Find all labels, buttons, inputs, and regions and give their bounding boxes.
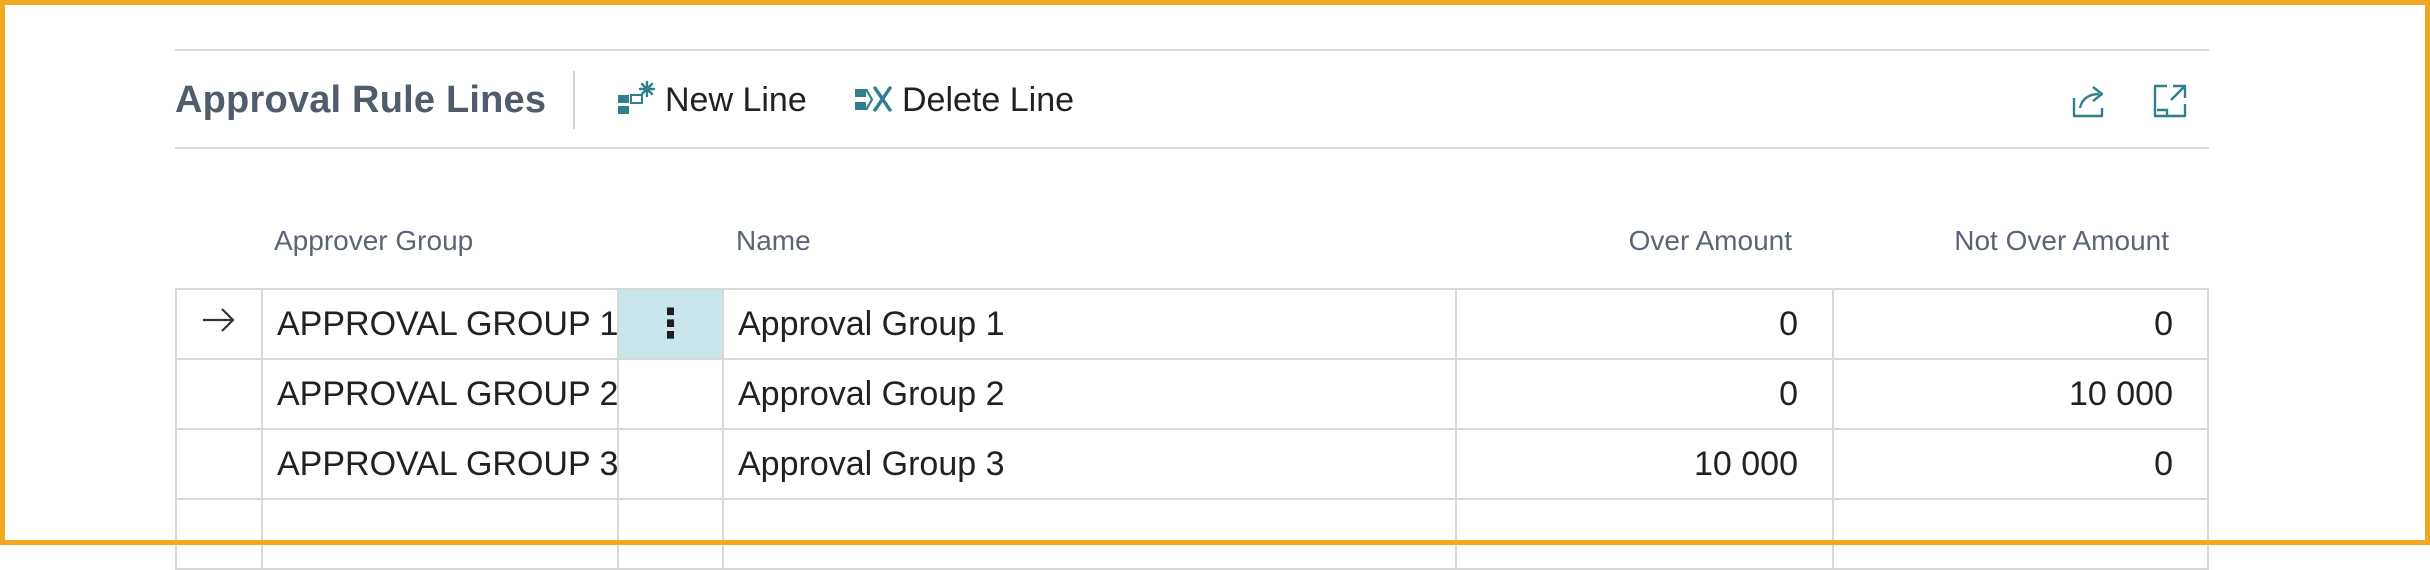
new-line-label: New Line xyxy=(665,80,807,119)
column-header-approver-group[interactable]: Approver Group xyxy=(274,225,473,257)
part-header: Approval Rule Lines New Line Delete Line xyxy=(175,51,2209,149)
vertical-dots-icon: ⋮ xyxy=(650,302,691,346)
column-header-name[interactable]: Name xyxy=(736,225,811,257)
over-amount-cell[interactable] xyxy=(1455,500,1832,568)
new-line-button[interactable]: New Line xyxy=(615,77,807,123)
name-cell[interactable]: Approval Group 1 xyxy=(722,290,1455,358)
new-line-icon xyxy=(615,79,657,121)
over-amount-cell[interactable]: 10 000 xyxy=(1455,430,1832,498)
table-row[interactable]: APPROVAL GROUP 3 Approval Group 3 10 000… xyxy=(175,430,2209,500)
not-over-amount-cell[interactable]: 0 xyxy=(1832,290,2209,358)
delete-line-label: Delete Line xyxy=(902,80,1075,119)
name-cell[interactable]: Approval Group 2 xyxy=(722,360,1455,428)
row-menu-button[interactable] xyxy=(617,430,722,498)
table-body: APPROVAL GROUP 1 ⋮ Approval Group 1 0 0 … xyxy=(175,288,2209,570)
approval-rule-lines-part: Approval Rule Lines New Line Delete Line… xyxy=(175,49,2209,570)
row-menu-button[interactable]: ⋮ xyxy=(617,290,722,358)
row-indicator[interactable] xyxy=(175,430,261,498)
not-over-amount-cell[interactable]: 0 xyxy=(1832,430,2209,498)
name-cell[interactable] xyxy=(722,500,1455,568)
row-menu-button[interactable] xyxy=(617,360,722,428)
approver-group-cell[interactable]: APPROVAL GROUP 2 xyxy=(261,360,618,428)
column-header-over-amount[interactable]: Over Amount xyxy=(1629,225,1792,257)
delete-line-button[interactable]: Delete Line xyxy=(852,77,1074,123)
over-amount-cell[interactable]: 0 xyxy=(1455,360,1832,428)
expand-icon[interactable] xyxy=(2148,79,2192,123)
arrow-right-icon xyxy=(200,305,238,344)
approver-group-cell[interactable]: APPROVAL GROUP 3 xyxy=(261,430,618,498)
delete-line-icon xyxy=(852,79,894,121)
table-row[interactable]: APPROVAL GROUP 1 ⋮ Approval Group 1 0 0 xyxy=(175,290,2209,360)
page-title[interactable]: Approval Rule Lines xyxy=(175,79,546,122)
share-icon[interactable] xyxy=(2067,79,2111,123)
row-indicator[interactable] xyxy=(175,500,261,568)
column-header-not-over-amount[interactable]: Not Over Amount xyxy=(1954,225,2169,257)
row-indicator[interactable] xyxy=(175,290,261,358)
over-amount-cell[interactable]: 0 xyxy=(1455,290,1832,358)
table-row[interactable]: APPROVAL GROUP 2 Approval Group 2 0 10 0… xyxy=(175,360,2209,430)
title-separator xyxy=(573,71,575,129)
row-indicator[interactable] xyxy=(175,360,261,428)
not-over-amount-cell[interactable] xyxy=(1832,500,2209,568)
approver-group-cell[interactable]: APPROVAL GROUP 1 xyxy=(261,290,618,358)
approver-group-cell[interactable] xyxy=(261,500,617,568)
name-cell[interactable]: Approval Group 3 xyxy=(722,430,1455,498)
not-over-amount-cell[interactable]: 10 000 xyxy=(1832,360,2209,428)
row-menu-button[interactable] xyxy=(617,500,722,568)
table-row-empty[interactable] xyxy=(175,500,2209,570)
